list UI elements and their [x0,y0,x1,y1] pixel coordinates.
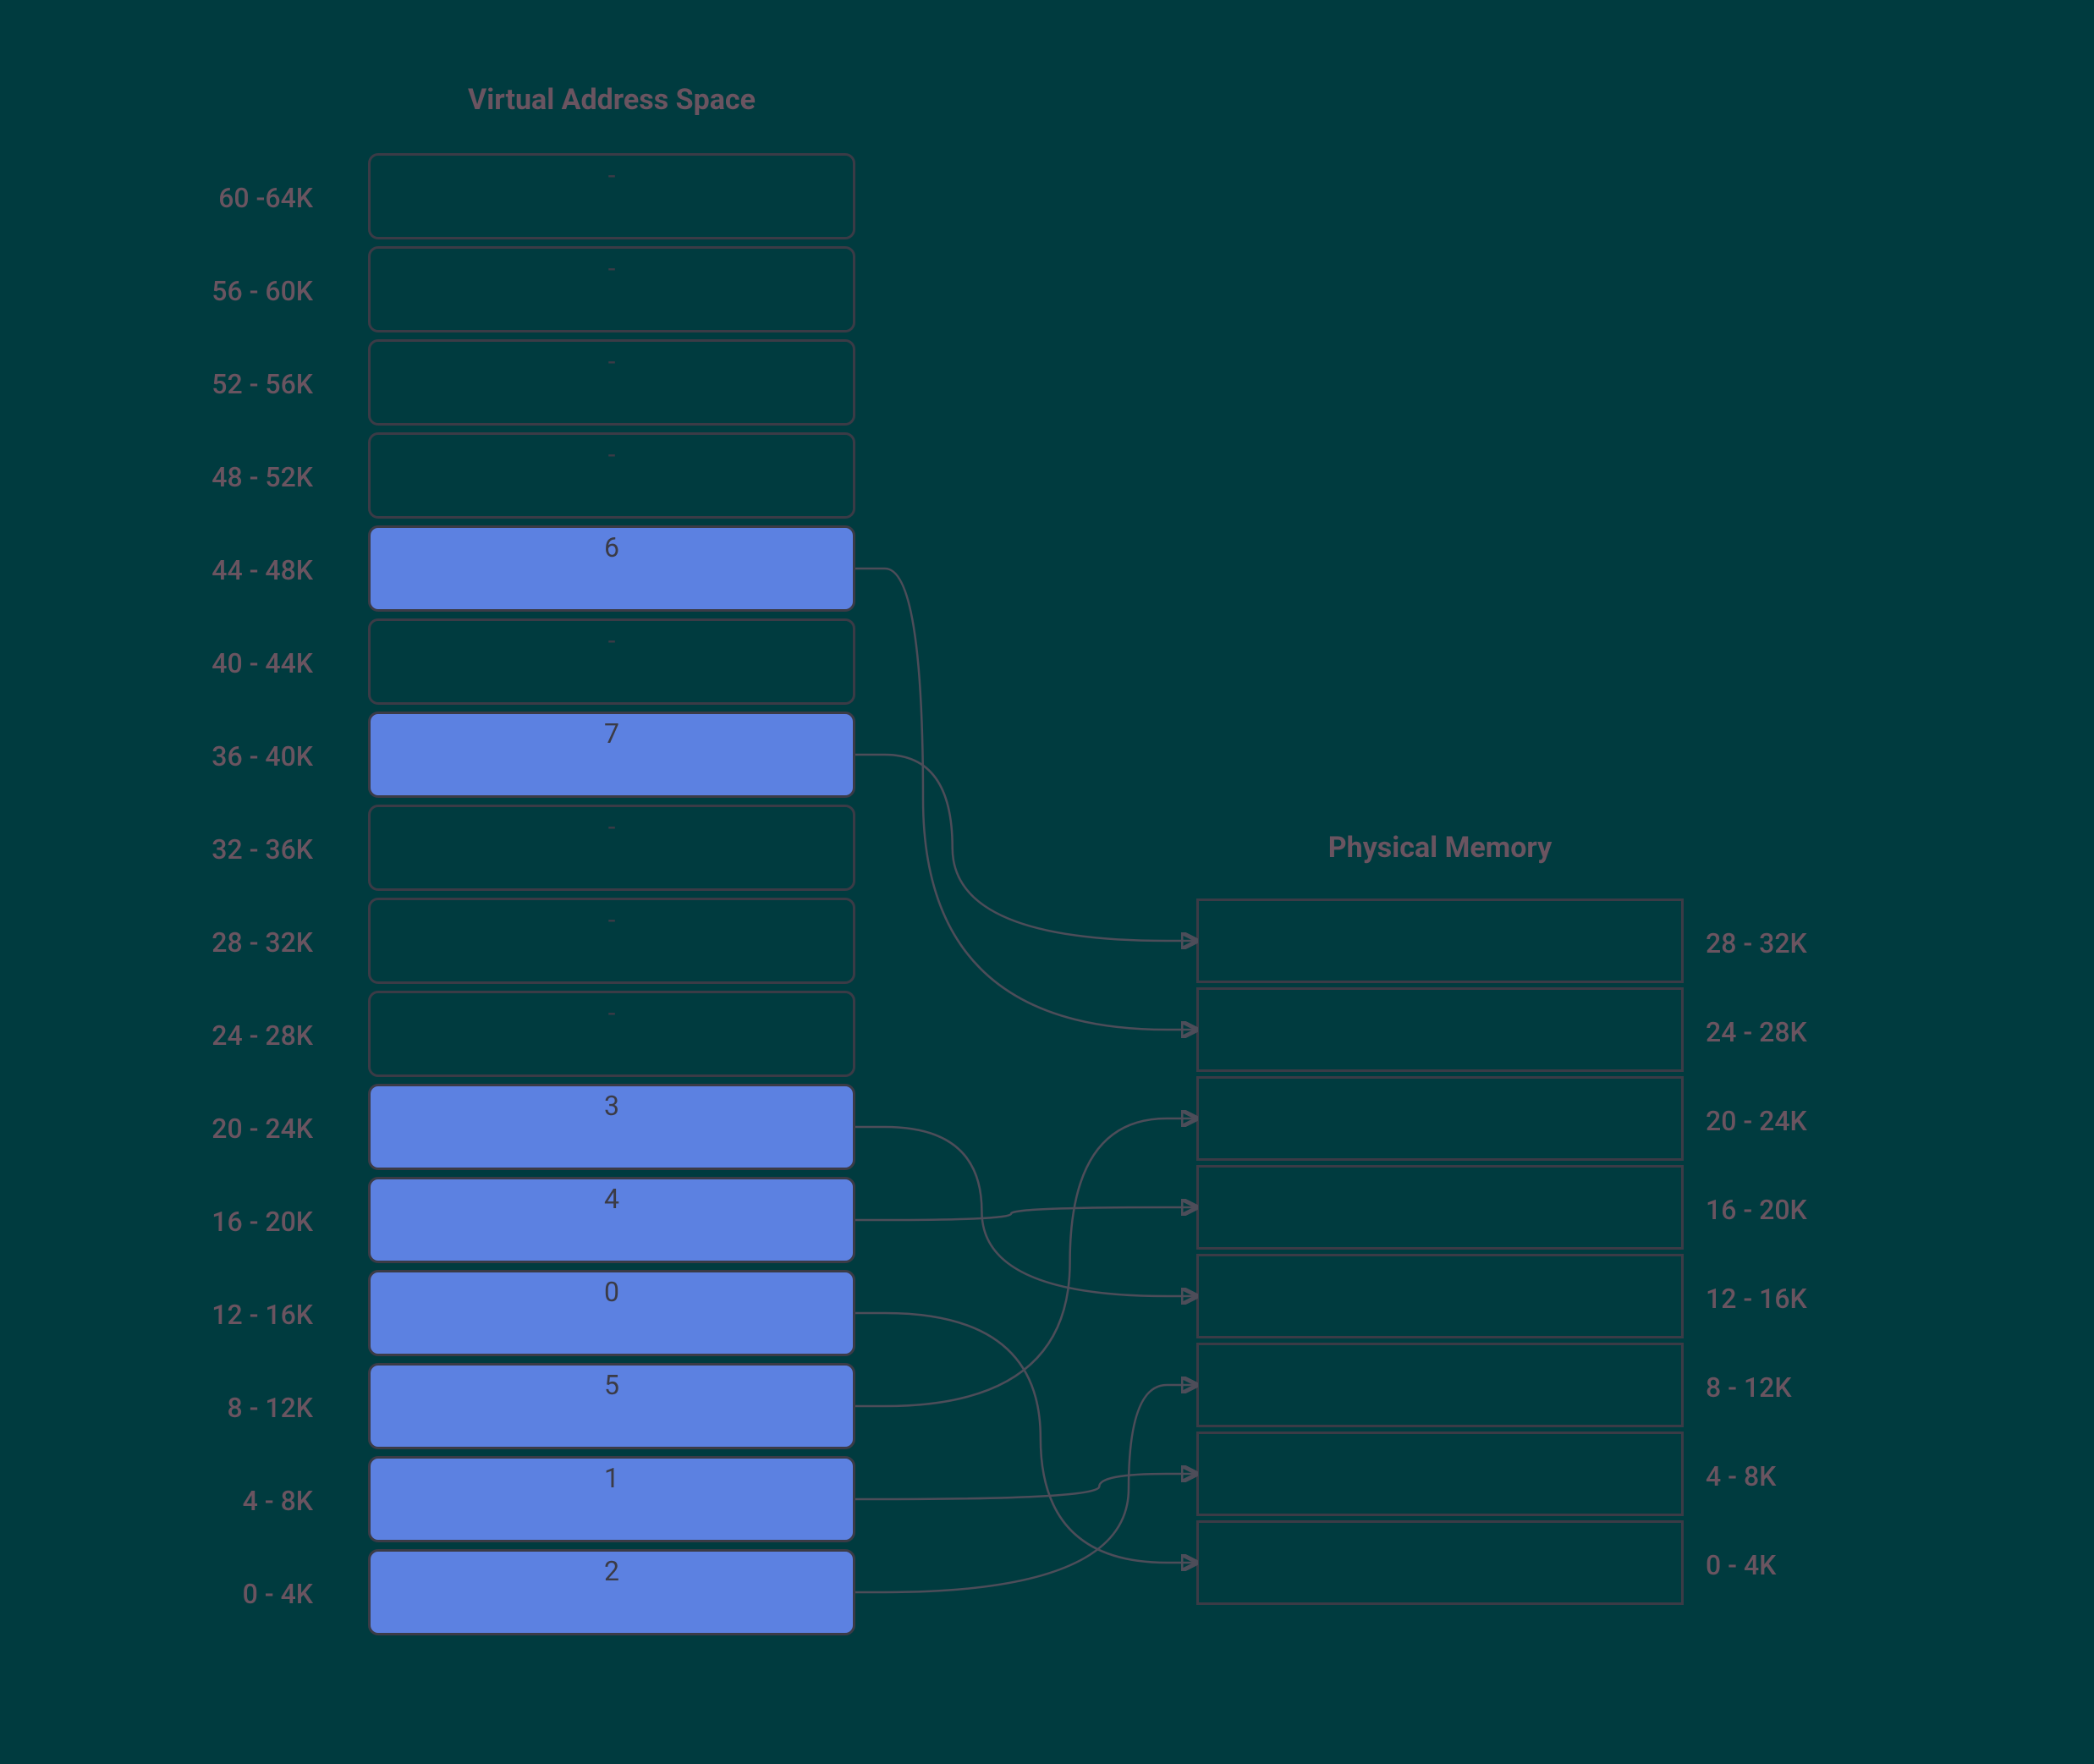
virtual-page-unmapped: - [368,246,855,332]
physical-frame-range-label: 20 - 24K [1706,1105,1858,1137]
virtual-page-mapped: 4 [368,1177,855,1263]
virtual-page-unmapped: - [368,991,855,1077]
virtual-page-range-label: 12 - 16K [178,1299,313,1331]
virtual-page-range-label: 4 - 8K [178,1485,313,1517]
virtual-page-range-label: 36 - 40K [178,740,313,772]
virtual-page-mapped: 3 [368,1084,855,1170]
physical-frame [1196,1343,1684,1427]
virtual-page-mapped: 7 [368,712,855,798]
mapping-arrow [855,1385,1196,1592]
virtual-page-range-label: 52 - 56K [178,368,313,400]
mapping-arrow [855,755,1196,941]
physical-frame-range-label: 12 - 16K [1706,1283,1858,1315]
mapping-arrow [855,1127,1196,1296]
physical-frame [1196,1254,1684,1338]
virtual-page-range-label: 60 -64K [178,182,313,214]
physical-frame-range-label: 0 - 4K [1706,1549,1858,1581]
virtual-page-range-label: 48 - 52K [178,461,313,493]
physical-frame-range-label: 8 - 12K [1706,1371,1858,1404]
physical-frame-range-label: 28 - 32K [1706,927,1858,959]
virtual-page-mapped: 2 [368,1549,855,1635]
virtual-page-mapped: 5 [368,1363,855,1449]
physical-frame-range-label: 16 - 20K [1706,1194,1858,1226]
physical-frame [1196,987,1684,1072]
virtual-page-unmapped: - [368,153,855,239]
virtual-page-mapped: 0 [368,1270,855,1356]
virtual-page-range-label: 24 - 28K [178,1019,313,1052]
mapping-arrow [855,1313,1196,1563]
virtual-page-mapped: 1 [368,1456,855,1542]
virtual-page-range-label: 44 - 48K [178,554,313,586]
virtual-page-range-label: 32 - 36K [178,833,313,866]
physical-frame [1196,1520,1684,1605]
mapping-arrow [855,569,1196,1030]
physical-frame-range-label: 4 - 8K [1706,1460,1858,1492]
virtual-page-range-label: 40 - 44K [178,647,313,679]
virtual-page-unmapped: - [368,805,855,891]
virtual-page-unmapped: - [368,898,855,984]
virtual-page-mapped: 6 [368,525,855,612]
physical-frame [1196,1076,1684,1161]
virtual-page-unmapped: - [368,339,855,426]
virtual-page-range-label: 0 - 4K [178,1578,313,1610]
virtual-page-range-label: 8 - 12K [178,1392,313,1424]
virtual-page-range-label: 28 - 32K [178,926,313,959]
virtual-page-range-label: 20 - 24K [178,1113,313,1145]
virtual-page-unmapped: - [368,432,855,519]
virtual-page-unmapped: - [368,618,855,705]
mapping-arrow [855,1118,1196,1406]
physical-frame [1196,1432,1684,1516]
virtual-address-space-header: Virtual Address Space [368,83,855,117]
physical-frame-range-label: 24 - 28K [1706,1016,1858,1048]
virtual-page-range-label: 16 - 20K [178,1206,313,1238]
virtual-page-range-label: 56 - 60K [178,275,313,307]
mapping-arrow [855,1207,1196,1220]
mapping-arrow [855,1474,1196,1499]
physical-memory-header: Physical Memory [1196,831,1684,865]
mapping-connectors [0,0,2094,1764]
physical-frame [1196,898,1684,983]
physical-frame [1196,1165,1684,1250]
